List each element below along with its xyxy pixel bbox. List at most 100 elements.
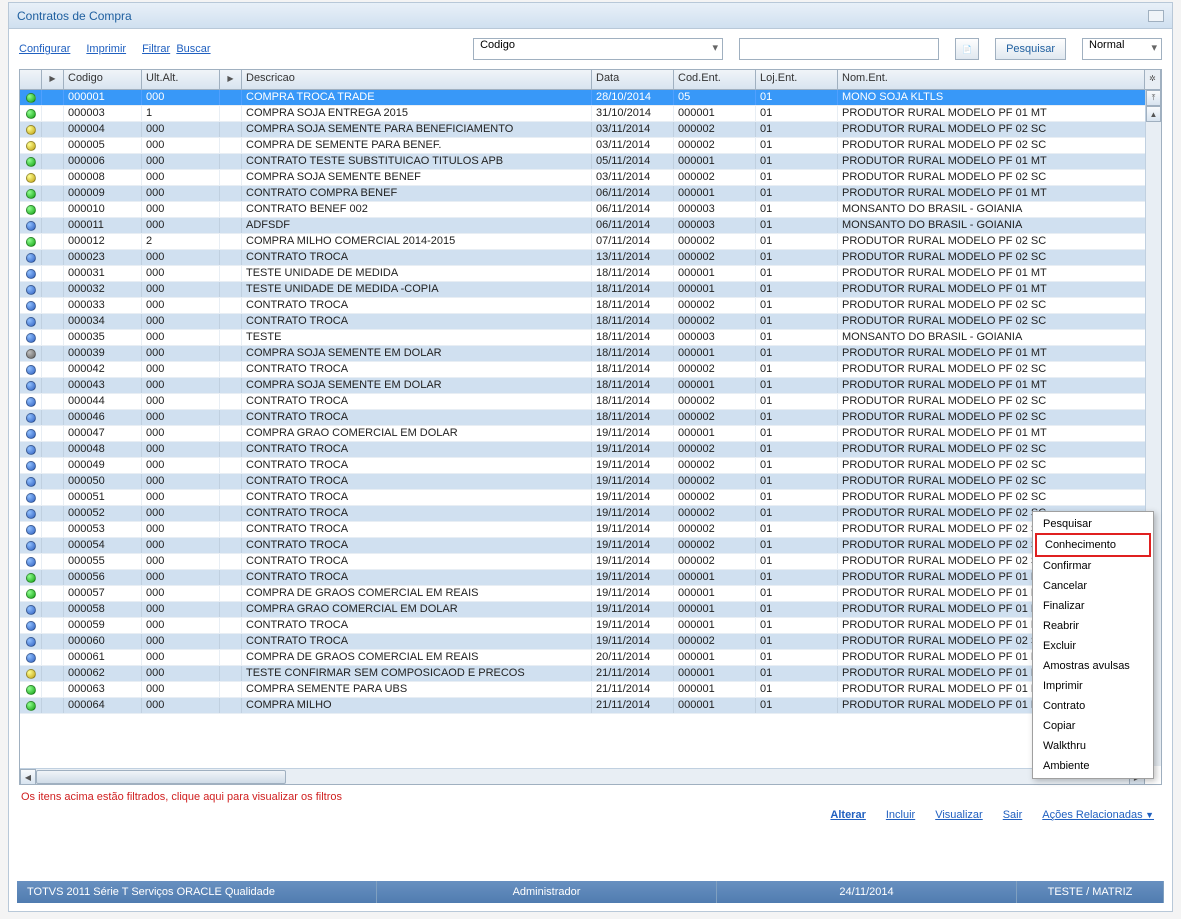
table-row[interactable]: 000034000CONTRATO TROCA18/11/20140000020… bbox=[20, 314, 1161, 330]
table-row[interactable]: 000004000COMPRA SOJA SEMENTE PARA BENEFI… bbox=[20, 122, 1161, 138]
menu-item-ambiente[interactable]: Ambiente bbox=[1033, 756, 1153, 776]
table-row[interactable]: 000032000TESTE UNIDADE DE MEDIDA -COPIA1… bbox=[20, 282, 1161, 298]
menu-item-amostras-avulsas[interactable]: Amostras avulsas bbox=[1033, 656, 1153, 676]
table-row[interactable]: 000063000COMPRA SEMENTE PARA UBS21/11/20… bbox=[20, 682, 1161, 698]
toolbar: Configurar Imprimir Filtrar Buscar Codig… bbox=[9, 29, 1172, 69]
menu-item-finalizar[interactable]: Finalizar bbox=[1033, 596, 1153, 616]
table-row[interactable]: 000044000CONTRATO TROCA18/11/20140000020… bbox=[20, 394, 1161, 410]
table-row[interactable]: 000049000CONTRATO TROCA19/11/20140000020… bbox=[20, 458, 1161, 474]
table-row[interactable]: 000052000CONTRATO TROCA19/11/20140000020… bbox=[20, 506, 1161, 522]
col-lojent[interactable]: Loj.Ent. bbox=[756, 70, 838, 89]
table-row[interactable]: 000008000COMPRA SOJA SEMENTE BENEF03/11/… bbox=[20, 170, 1161, 186]
status-dot-icon bbox=[26, 413, 36, 423]
col-ultalt[interactable]: Ult.Alt. bbox=[142, 70, 220, 89]
table-row[interactable]: 000047000COMPRA GRAO COMERCIAL EM DOLAR1… bbox=[20, 426, 1161, 442]
grid-body: 000001000COMPRA TROCA TRADE28/10/2014050… bbox=[20, 90, 1161, 780]
table-row[interactable]: 000059000CONTRATO TROCA19/11/20140000010… bbox=[20, 618, 1161, 634]
link-alterar[interactable]: Alterar bbox=[830, 809, 865, 821]
col-codigo[interactable]: Codigo bbox=[64, 70, 142, 89]
link-incluir[interactable]: Incluir bbox=[886, 809, 915, 821]
table-row[interactable]: 000055000CONTRATO TROCA19/11/20140000020… bbox=[20, 554, 1161, 570]
scroll-left-icon[interactable]: ◀ bbox=[20, 769, 36, 785]
search-input[interactable] bbox=[739, 38, 939, 60]
menu-item-excluir[interactable]: Excluir bbox=[1033, 636, 1153, 656]
table-row[interactable]: 000009000CONTRATO COMPRA BENEF06/11/2014… bbox=[20, 186, 1161, 202]
table-row[interactable]: 000062000TESTE CONFIRMAR SEM COMPOSICAOD… bbox=[20, 666, 1161, 682]
status-dot-icon bbox=[26, 125, 36, 135]
menu-item-conhecimento[interactable]: Conhecimento bbox=[1035, 533, 1151, 557]
table-row[interactable]: 000058000COMPRA GRAO COMERCIAL EM DOLAR1… bbox=[20, 602, 1161, 618]
menu-item-pesquisar[interactable]: Pesquisar bbox=[1033, 514, 1153, 534]
table-row[interactable]: 000061000COMPRA DE GRAOS COMERCIAL EM RE… bbox=[20, 650, 1161, 666]
table-row[interactable]: 000039000COMPRA SOJA SEMENTE EM DOLAR18/… bbox=[20, 346, 1161, 362]
col-descricao[interactable]: Descricao bbox=[242, 70, 592, 89]
status-company: TESTE / MATRIZ bbox=[1017, 881, 1164, 903]
scroll-thumb[interactable] bbox=[36, 770, 286, 784]
col-noment[interactable]: Nom.Ent. bbox=[838, 70, 1145, 89]
menu-item-imprimir[interactable]: Imprimir bbox=[1033, 676, 1153, 696]
table-row[interactable]: 000005000COMPRA DE SEMENTE PARA BENEF.03… bbox=[20, 138, 1161, 154]
table-row[interactable]: 000050000CONTRATO TROCA19/11/20140000020… bbox=[20, 474, 1161, 490]
col-config-icon[interactable]: ✲ bbox=[1145, 70, 1161, 89]
table-row[interactable]: 000060000CONTRATO TROCA19/11/20140000020… bbox=[20, 634, 1161, 650]
table-row[interactable]: 000057000COMPRA DE GRAOS COMERCIAL EM RE… bbox=[20, 586, 1161, 602]
table-row[interactable]: 000011000ADFSDF06/11/201400000301MONSANT… bbox=[20, 218, 1161, 234]
col-data[interactable]: Data bbox=[592, 70, 674, 89]
table-row[interactable]: 0000031COMPRA SOJA ENTREGA 201531/10/201… bbox=[20, 106, 1161, 122]
horizontal-scrollbar[interactable]: ◀ ▶ bbox=[20, 768, 1145, 784]
table-row[interactable]: 000056000CONTRATO TROCA19/11/20140000010… bbox=[20, 570, 1161, 586]
status-dot-icon bbox=[26, 141, 36, 151]
link-imprimir[interactable]: Imprimir bbox=[86, 43, 126, 55]
link-filtrar[interactable]: Filtrar bbox=[142, 43, 170, 55]
table-row[interactable]: 000046000CONTRATO TROCA18/11/20140000020… bbox=[20, 410, 1161, 426]
table-row[interactable]: 000053000CONTRATO TROCA19/11/20140000020… bbox=[20, 522, 1161, 538]
statusbar: TOTVS 2011 Série T Serviços ORACLE Quali… bbox=[17, 881, 1164, 903]
status-date: 24/11/2014 bbox=[717, 881, 1017, 903]
link-configurar[interactable]: Configurar bbox=[19, 43, 70, 55]
table-row[interactable]: 000051000CONTRATO TROCA19/11/20140000020… bbox=[20, 490, 1161, 506]
table-row[interactable]: 000010000CONTRATO BENEF 00206/11/2014000… bbox=[20, 202, 1161, 218]
search-field-combo[interactable]: Codigo bbox=[473, 38, 723, 60]
table-row[interactable]: 000048000CONTRATO TROCA19/11/20140000020… bbox=[20, 442, 1161, 458]
col-marker[interactable]: ▶ bbox=[42, 70, 64, 89]
col-status[interactable] bbox=[20, 70, 42, 89]
menu-item-copiar[interactable]: Copiar bbox=[1033, 716, 1153, 736]
table-row[interactable]: 0000122COMPRA MILHO COMERCIAL 2014-20150… bbox=[20, 234, 1161, 250]
scroll-up-icon[interactable]: ▲ bbox=[1146, 106, 1161, 122]
filter-message[interactable]: Os itens acima estão filtrados, clique a… bbox=[21, 791, 1160, 803]
table-row[interactable]: 000042000CONTRATO TROCA18/11/20140000020… bbox=[20, 362, 1161, 378]
table-row[interactable]: 000033000CONTRATO TROCA18/11/20140000020… bbox=[20, 298, 1161, 314]
status-dot-icon bbox=[26, 381, 36, 391]
link-acoes-relacionadas[interactable]: Ações Relacionadas bbox=[1042, 809, 1154, 821]
search-button[interactable]: Pesquisar bbox=[995, 38, 1066, 60]
menu-item-cancelar[interactable]: Cancelar bbox=[1033, 576, 1153, 596]
col-marker2[interactable]: ▶ bbox=[220, 70, 242, 89]
minimize-icon[interactable] bbox=[1148, 10, 1164, 22]
main-window: Contratos de Compra Configurar Imprimir … bbox=[8, 2, 1173, 912]
link-visualizar[interactable]: Visualizar bbox=[935, 809, 983, 821]
link-sair[interactable]: Sair bbox=[1003, 809, 1023, 821]
menu-item-reabrir[interactable]: Reabrir bbox=[1033, 616, 1153, 636]
table-row[interactable]: 000006000CONTRATO TESTE SUBSTITUICAO TIT… bbox=[20, 154, 1161, 170]
search-lookup-icon[interactable]: 📄 bbox=[955, 38, 979, 60]
status-dot-icon bbox=[26, 269, 36, 279]
menu-item-walkthru[interactable]: Walkthru bbox=[1033, 736, 1153, 756]
status-dot-icon bbox=[26, 349, 36, 359]
mode-combo[interactable]: Normal bbox=[1082, 38, 1162, 60]
menu-item-contrato[interactable]: Contrato bbox=[1033, 696, 1153, 716]
table-row[interactable]: 000035000TESTE18/11/201400000301MONSANTO… bbox=[20, 330, 1161, 346]
table-row[interactable]: 000064000COMPRA MILHO21/11/201400000101P… bbox=[20, 698, 1161, 714]
table-row[interactable]: 000043000COMPRA SOJA SEMENTE EM DOLAR18/… bbox=[20, 378, 1161, 394]
table-row[interactable]: 000001000COMPRA TROCA TRADE28/10/2014050… bbox=[20, 90, 1161, 106]
col-codent[interactable]: Cod.Ent. bbox=[674, 70, 756, 89]
scroll-top-icon[interactable]: ⤒ bbox=[1146, 90, 1161, 106]
link-buscar[interactable]: Buscar bbox=[176, 43, 210, 55]
status-dot-icon bbox=[26, 557, 36, 567]
table-row[interactable]: 000023000CONTRATO TROCA13/11/20140000020… bbox=[20, 250, 1161, 266]
status-dot-icon bbox=[26, 621, 36, 631]
table-row[interactable]: 000054000CONTRATO TROCA19/11/20140000020… bbox=[20, 538, 1161, 554]
status-dot-icon bbox=[26, 445, 36, 455]
status-dot-icon bbox=[26, 461, 36, 471]
menu-item-confirmar[interactable]: Confirmar bbox=[1033, 556, 1153, 576]
table-row[interactable]: 000031000TESTE UNIDADE DE MEDIDA18/11/20… bbox=[20, 266, 1161, 282]
